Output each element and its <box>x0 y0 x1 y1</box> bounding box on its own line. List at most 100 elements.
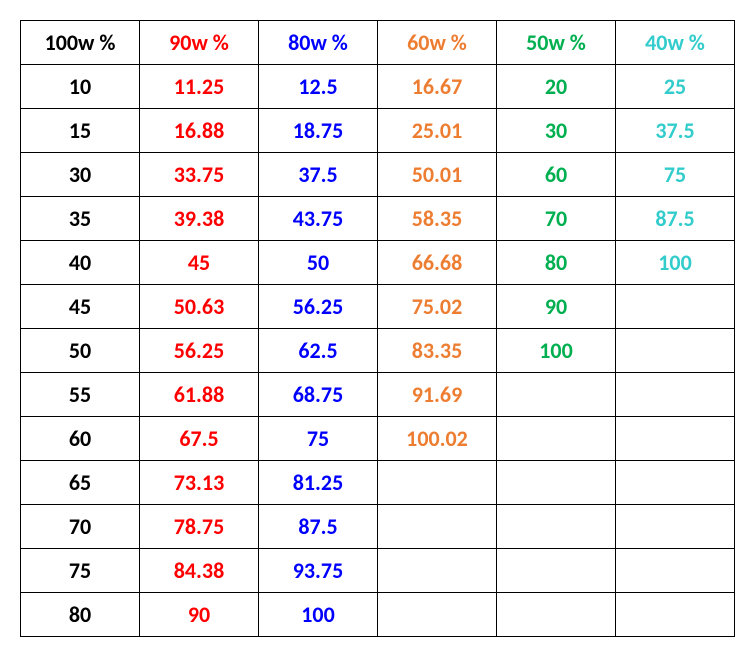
table-row: 70 78.75 87.5 <box>21 505 735 549</box>
cell <box>378 461 497 505</box>
cell: 68.75 <box>259 373 378 417</box>
cell: 75 <box>21 549 140 593</box>
cell: 56.25 <box>259 285 378 329</box>
cell: 75 <box>616 153 735 197</box>
table-row: 60 67.5 75 100.02 <box>21 417 735 461</box>
table-row: 15 16.88 18.75 25.01 30 37.5 <box>21 109 735 153</box>
cell <box>378 505 497 549</box>
cell: 80 <box>497 241 616 285</box>
cell <box>378 549 497 593</box>
table-row: 35 39.38 43.75 58.35 70 87.5 <box>21 197 735 241</box>
cell: 18.75 <box>259 109 378 153</box>
table-row: 45 50.63 56.25 75.02 90 <box>21 285 735 329</box>
cell: 62.5 <box>259 329 378 373</box>
cell: 45 <box>21 285 140 329</box>
cell: 43.75 <box>259 197 378 241</box>
cell: 65 <box>21 461 140 505</box>
col-header-50w: 50w % <box>497 21 616 65</box>
cell: 91.69 <box>378 373 497 417</box>
col-header-90w: 90w % <box>140 21 259 65</box>
cell: 87.5 <box>259 505 378 549</box>
cell: 87.5 <box>616 197 735 241</box>
cell: 37.5 <box>259 153 378 197</box>
col-header-40w: 40w % <box>616 21 735 65</box>
cell: 61.88 <box>140 373 259 417</box>
cell: 93.75 <box>259 549 378 593</box>
cell: 30 <box>21 153 140 197</box>
cell: 100 <box>259 593 378 637</box>
cell: 25.01 <box>378 109 497 153</box>
cell: 37.5 <box>616 109 735 153</box>
cell <box>497 549 616 593</box>
cell: 78.75 <box>140 505 259 549</box>
cell <box>616 461 735 505</box>
col-header-100w: 100w % <box>21 21 140 65</box>
cell: 60 <box>497 153 616 197</box>
cell: 100 <box>616 241 735 285</box>
table-row: 75 84.38 93.75 <box>21 549 735 593</box>
cell: 15 <box>21 109 140 153</box>
cell: 100.02 <box>378 417 497 461</box>
cell: 50 <box>259 241 378 285</box>
cell <box>616 549 735 593</box>
cell: 84.38 <box>140 549 259 593</box>
cell: 75 <box>259 417 378 461</box>
table-row: 80 90 100 <box>21 593 735 637</box>
cell <box>497 417 616 461</box>
table-row: 30 33.75 37.5 50.01 60 75 <box>21 153 735 197</box>
cell: 25 <box>616 65 735 109</box>
cell: 83.35 <box>378 329 497 373</box>
cell: 50.01 <box>378 153 497 197</box>
table-row: 50 56.25 62.5 83.35 100 <box>21 329 735 373</box>
cell: 81.25 <box>259 461 378 505</box>
cell <box>616 285 735 329</box>
cell <box>616 593 735 637</box>
cell: 90 <box>497 285 616 329</box>
cell: 16.67 <box>378 65 497 109</box>
table-row: 10 11.25 12.5 16.67 20 25 <box>21 65 735 109</box>
cell: 66.68 <box>378 241 497 285</box>
cell: 56.25 <box>140 329 259 373</box>
cell: 75.02 <box>378 285 497 329</box>
cell: 20 <box>497 65 616 109</box>
cell <box>497 593 616 637</box>
cell <box>497 505 616 549</box>
cell: 35 <box>21 197 140 241</box>
cell: 39.38 <box>140 197 259 241</box>
cell: 58.35 <box>378 197 497 241</box>
cell: 70 <box>21 505 140 549</box>
col-header-60w: 60w % <box>378 21 497 65</box>
percentage-table: 100w % 90w % 80w % 60w % 50w % 40w % 10 … <box>20 20 735 637</box>
cell: 12.5 <box>259 65 378 109</box>
table-row: 55 61.88 68.75 91.69 <box>21 373 735 417</box>
cell <box>378 593 497 637</box>
cell: 50 <box>21 329 140 373</box>
cell <box>616 373 735 417</box>
cell: 16.88 <box>140 109 259 153</box>
cell: 55 <box>21 373 140 417</box>
table-row: 40 45 50 66.68 80 100 <box>21 241 735 285</box>
cell: 40 <box>21 241 140 285</box>
cell: 90 <box>140 593 259 637</box>
cell <box>497 461 616 505</box>
cell <box>616 329 735 373</box>
cell: 73.13 <box>140 461 259 505</box>
cell: 45 <box>140 241 259 285</box>
cell <box>497 373 616 417</box>
cell: 10 <box>21 65 140 109</box>
cell: 33.75 <box>140 153 259 197</box>
cell: 100 <box>497 329 616 373</box>
col-header-80w: 80w % <box>259 21 378 65</box>
table-row: 65 73.13 81.25 <box>21 461 735 505</box>
cell: 11.25 <box>140 65 259 109</box>
cell: 67.5 <box>140 417 259 461</box>
cell: 30 <box>497 109 616 153</box>
cell: 50.63 <box>140 285 259 329</box>
table-body: 10 11.25 12.5 16.67 20 25 15 16.88 18.75… <box>21 65 735 637</box>
table-header-row: 100w % 90w % 80w % 60w % 50w % 40w % <box>21 21 735 65</box>
cell: 80 <box>21 593 140 637</box>
cell <box>616 417 735 461</box>
cell <box>616 505 735 549</box>
cell: 60 <box>21 417 140 461</box>
cell: 70 <box>497 197 616 241</box>
